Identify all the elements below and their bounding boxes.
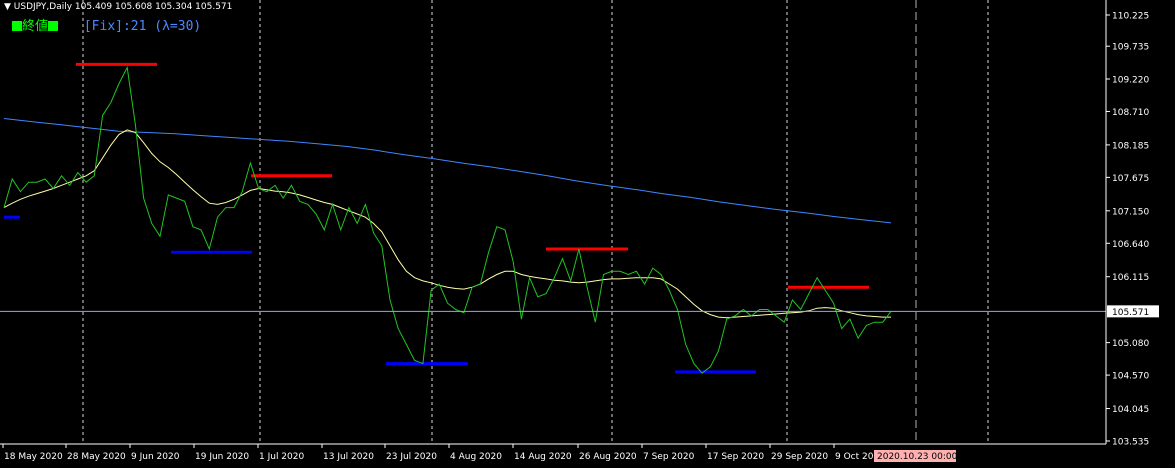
price-tick-label: 103.535 <box>1112 438 1149 448</box>
price-tick-label: 108.710 <box>1112 108 1149 118</box>
time-tick-label: 9 Oct 202 <box>835 452 879 462</box>
current-price-label: 105.571 <box>1112 308 1149 318</box>
price-tick-label: 105.080 <box>1112 339 1149 349</box>
time-tick-label: 1 Jul 2020 <box>259 452 304 462</box>
symbol-label: USDJPY,Daily <box>13 2 73 12</box>
time-tick-label: 14 Aug 2020 <box>514 452 572 462</box>
time-tick-label: 26 Aug 2020 <box>579 452 637 462</box>
indicator-color-swatch-icon <box>48 21 59 31</box>
price-tick-label: 109.735 <box>1112 43 1149 53</box>
time-tick-label: 7 Sep 2020 <box>643 452 695 462</box>
price-tick-label: 108.185 <box>1112 141 1149 151</box>
indicator-color-swatch-icon <box>12 21 22 31</box>
time-tick-label: 29 Sep 2020 <box>771 452 828 462</box>
price-tick-label: 104.045 <box>1112 405 1149 415</box>
time-tick-label: 4 Aug 2020 <box>450 452 502 462</box>
time-tick-label: 18 May 2020 <box>4 452 63 462</box>
time-tick-label: 9 Jun 2020 <box>131 452 180 462</box>
time-tick-label: 13 Jul 2020 <box>323 452 374 462</box>
price-chart[interactable]: 110.225 109.735 109.220 108.710 108.185 107.6… <box>0 0 1175 468</box>
time-tag-label: 2020.10.23 00:00 <box>877 452 958 462</box>
price-tick-label: 109.220 <box>1112 75 1149 85</box>
time-tick-label: 28 May 2020 <box>67 452 126 462</box>
price-tick-label: 107.675 <box>1112 174 1149 184</box>
indicator-params: [Fix]:21 (λ=30) <box>83 19 202 34</box>
price-tick-label: 107.150 <box>1112 207 1149 217</box>
collapse-triangle-icon[interactable]: ▼ <box>4 2 11 12</box>
ohlc-values: 105.409 105.608 105.304 105.571 <box>74 2 233 12</box>
price-tick-label: 106.115 <box>1112 273 1149 283</box>
time-tick-label: 17 Sep 2020 <box>707 452 764 462</box>
chart-background <box>0 0 1175 468</box>
indicator-header: 終値 [Fix]:21 (λ=30) <box>12 15 201 34</box>
price-tick-label: 104.570 <box>1112 372 1149 382</box>
price-tick-label: 110.225 <box>1112 12 1149 22</box>
price-tick-label: 106.640 <box>1112 240 1149 250</box>
indicator-name: 終値 <box>22 19 49 34</box>
time-tick-label: 19 Jun 2020 <box>195 452 249 462</box>
time-tick-label: 23 Jul 2020 <box>386 452 437 462</box>
chart-header: ▼ USDJPY,Daily 105.409 105.608 105.304 1… <box>4 2 232 12</box>
